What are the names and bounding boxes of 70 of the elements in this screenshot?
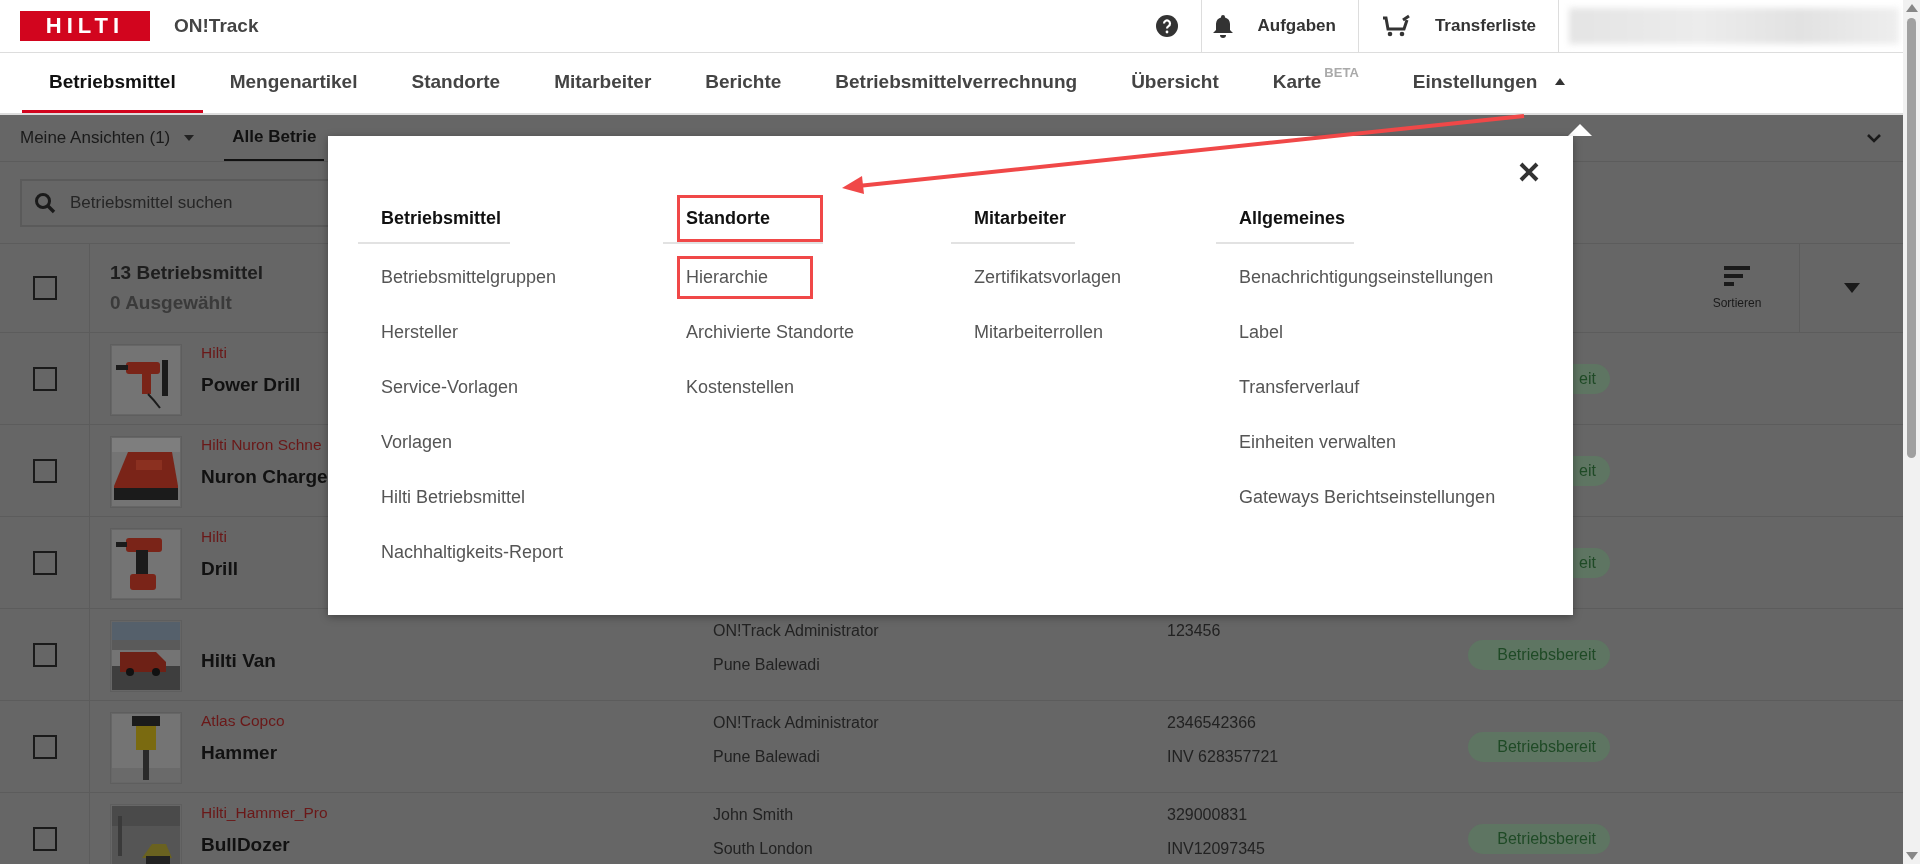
help-icon[interactable] (1154, 14, 1179, 38)
menu-link[interactable]: Hersteller (372, 311, 468, 354)
asset-number: 2346542366 (1167, 714, 1256, 732)
header-action-button[interactable]: Transferliste (1358, 0, 1559, 52)
nav-tab[interactable]: Einstellungen (1385, 53, 1593, 113)
checkbox[interactable] (32, 734, 57, 759)
responsible-person: ON!Track Administrator (713, 714, 879, 732)
menu-link[interactable]: Mitarbeiterrollen (965, 311, 1113, 354)
brand-name: Atlas Copco (201, 712, 285, 730)
close-icon[interactable] (1518, 161, 1540, 183)
location-name: Pune Balewadi (713, 748, 820, 766)
status-badge: Betriebsbereit (1468, 731, 1610, 762)
asset-number: 123456 (1167, 622, 1221, 640)
logo[interactable]: HILTI (20, 11, 150, 41)
asset-number: 329000831 (1167, 806, 1248, 824)
brand-name: Hilti Nuron Schne (201, 436, 322, 454)
app-name: ON!Track (174, 15, 259, 37)
menu-link[interactable]: Betriebsmittelgruppen (372, 256, 566, 299)
menu-section-title: Mitarbeiter (973, 206, 1068, 230)
checkbox[interactable] (32, 276, 57, 300)
nav-tab[interactable]: Mitarbeiter (527, 53, 679, 113)
checkbox[interactable] (32, 550, 57, 575)
menu-link[interactable]: Benachrichtigungseinstellungen (1230, 256, 1503, 299)
cart-icon (1380, 14, 1411, 38)
menu-link[interactable]: Einheiten verwalten (1230, 421, 1406, 464)
menu-section-title: Standorte (677, 194, 823, 242)
menu-link[interactable]: Kostenstellen (677, 366, 804, 409)
status-badge: Betriebsbereit (1468, 823, 1610, 854)
brand-name: Hilti (201, 344, 227, 362)
menu-link[interactable]: Label (1230, 311, 1293, 354)
nav-tab[interactable]: Berichte (678, 53, 809, 113)
menu-link[interactable]: Archivierte Standorte (677, 311, 864, 354)
menu-link[interactable]: Hierarchie (677, 256, 814, 299)
search-icon (34, 191, 56, 214)
chevron-down-icon[interactable] (1867, 133, 1881, 143)
checkbox[interactable] (32, 642, 57, 667)
inventory-number: INV 628357721 (1167, 748, 1279, 766)
menu-link[interactable]: Hilti Betriebsmittel (372, 476, 535, 519)
nav-tab[interactable]: Karte$^{BETA}$ (1245, 53, 1386, 113)
header-action-button[interactable]: Aufgaben (1201, 0, 1359, 52)
menu-link[interactable]: Vorlagen (372, 421, 462, 464)
nav-tab[interactable]: Mengenartikel (202, 53, 385, 113)
status-badge: Betriebsbereit (1468, 639, 1610, 670)
menu-link[interactable]: Zertifikatsvorlagen (965, 256, 1131, 299)
brand-name: Hilti_Hammer_Pro (201, 804, 328, 822)
nav-tab[interactable]: Übersicht (1104, 53, 1246, 113)
checkbox[interactable] (32, 826, 57, 851)
sort-icon (1724, 266, 1750, 286)
item-count: 13 Betriebsmittel (110, 262, 264, 284)
scroll-down-icon[interactable] (1905, 852, 1918, 860)
responsible-person: John Smith (713, 806, 794, 824)
caret-down-icon (184, 135, 195, 141)
location-name: South London (713, 840, 813, 858)
beta-label: BETA (1324, 65, 1359, 80)
responsible-person: ON!Track Administrator (713, 622, 879, 640)
scroll-thumb[interactable] (1907, 18, 1916, 458)
nav-tab[interactable]: Standorte (384, 53, 528, 113)
inventory-number: INV12097345 (1167, 840, 1265, 858)
menu-link[interactable]: Service-Vorlagen (372, 366, 528, 409)
menu-section-title: Allgemeines (1238, 206, 1347, 230)
brand-name: Hilti (201, 528, 227, 546)
location-name: Pune Balewadi (713, 656, 820, 674)
checkbox[interactable] (32, 366, 57, 391)
scroll-up-icon[interactable] (1905, 4, 1918, 12)
bell-icon (1211, 14, 1234, 38)
checkbox[interactable] (32, 458, 57, 483)
menu-link[interactable]: Nachhaltigkeits-Report (372, 531, 573, 574)
menu-link[interactable]: Transferverlauf (1230, 366, 1369, 409)
nav-tab[interactable]: Betriebsmittelverrechnung (808, 53, 1105, 113)
dropdown-icon[interactable] (1843, 283, 1860, 293)
